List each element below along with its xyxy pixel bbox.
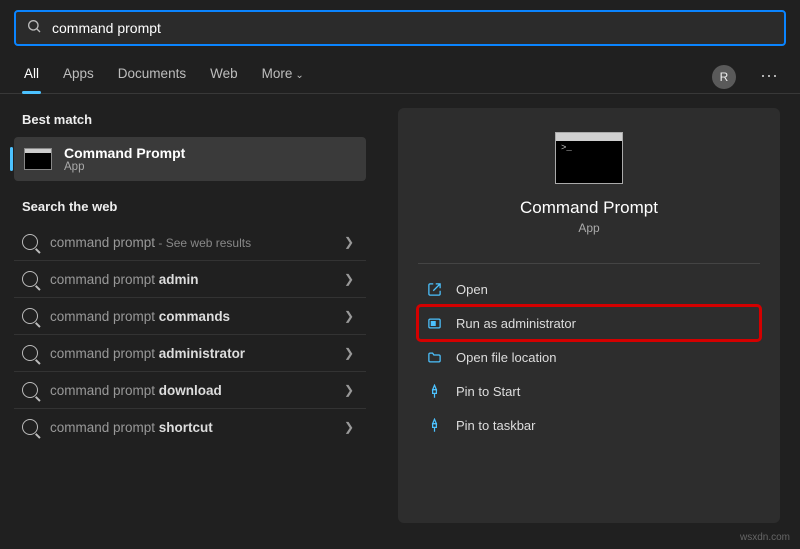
chevron-right-icon[interactable]: ❯ xyxy=(340,309,358,323)
action-label: Run as administrator xyxy=(456,316,576,331)
shield-icon xyxy=(426,315,442,331)
pin-icon xyxy=(426,383,442,399)
chevron-right-icon[interactable]: ❯ xyxy=(340,272,358,286)
detail-panel: Command Prompt App Open Run as administr… xyxy=(398,108,780,523)
web-result-item[interactable]: command prompt commands ❯ xyxy=(14,297,366,334)
search-icon xyxy=(22,234,38,250)
tab-documents[interactable]: Documents xyxy=(116,60,188,93)
tab-apps[interactable]: Apps xyxy=(61,60,96,93)
web-result-item[interactable]: command prompt - See web results ❯ xyxy=(14,224,366,260)
chevron-right-icon[interactable]: ❯ xyxy=(340,420,358,434)
open-file-location-action[interactable]: Open file location xyxy=(418,340,760,374)
pin-icon xyxy=(426,417,442,433)
command-prompt-icon xyxy=(24,148,52,170)
divider xyxy=(418,263,760,264)
action-label: Open xyxy=(456,282,488,297)
search-icon xyxy=(22,382,38,398)
results-area: Best match Command Prompt App Search the… xyxy=(0,94,800,537)
search-icon xyxy=(26,18,42,39)
search-icon xyxy=(22,308,38,324)
best-match-subtitle: App xyxy=(64,161,185,173)
pin-to-taskbar-action[interactable]: Pin to taskbar xyxy=(418,408,760,442)
search-bar[interactable] xyxy=(14,10,786,46)
best-match-title: Command Prompt xyxy=(64,145,185,161)
web-result-item[interactable]: command prompt download ❯ xyxy=(14,371,366,408)
app-subtitle: App xyxy=(418,221,760,235)
run-as-administrator-action[interactable]: Run as administrator xyxy=(418,306,760,340)
web-result-item[interactable]: command prompt admin ❯ xyxy=(14,260,366,297)
detail-column: Command Prompt App Open Run as administr… xyxy=(378,94,800,537)
chevron-right-icon[interactable]: ❯ xyxy=(340,346,358,360)
more-options-button[interactable]: ⋯ xyxy=(756,66,782,87)
search-input[interactable] xyxy=(52,20,774,36)
watermark: wsxdn.com xyxy=(740,532,790,543)
action-label: Pin to taskbar xyxy=(456,418,536,433)
action-label: Open file location xyxy=(456,350,556,365)
web-results-list: command prompt - See web results ❯ comma… xyxy=(14,224,366,445)
open-icon xyxy=(426,281,442,297)
command-prompt-icon xyxy=(555,132,623,184)
best-match-label: Best match xyxy=(22,112,366,127)
app-title: Command Prompt xyxy=(418,198,760,218)
web-result-item[interactable]: command prompt shortcut ❯ xyxy=(14,408,366,445)
results-list: Best match Command Prompt App Search the… xyxy=(0,94,378,537)
best-match-item[interactable]: Command Prompt App xyxy=(14,137,366,181)
tab-more[interactable]: More⌄ xyxy=(260,60,306,93)
search-web-label: Search the web xyxy=(22,199,366,214)
action-list: Open Run as administrator Open file loca… xyxy=(418,272,760,442)
user-avatar[interactable]: R xyxy=(712,65,736,89)
tab-web[interactable]: Web xyxy=(208,60,240,93)
search-icon xyxy=(22,345,38,361)
app-hero: Command Prompt App xyxy=(418,132,760,235)
open-action[interactable]: Open xyxy=(418,272,760,306)
pin-to-start-action[interactable]: Pin to Start xyxy=(418,374,760,408)
chevron-down-icon: ⌄ xyxy=(295,70,303,81)
search-icon xyxy=(22,271,38,287)
tab-all[interactable]: All xyxy=(22,60,41,93)
folder-icon xyxy=(426,349,442,365)
filter-tabs: All Apps Documents Web More⌄ R ⋯ xyxy=(0,46,800,94)
chevron-right-icon[interactable]: ❯ xyxy=(340,383,358,397)
action-label: Pin to Start xyxy=(456,384,520,399)
chevron-right-icon[interactable]: ❯ xyxy=(340,235,358,249)
search-icon xyxy=(22,419,38,435)
web-result-item[interactable]: command prompt administrator ❯ xyxy=(14,334,366,371)
